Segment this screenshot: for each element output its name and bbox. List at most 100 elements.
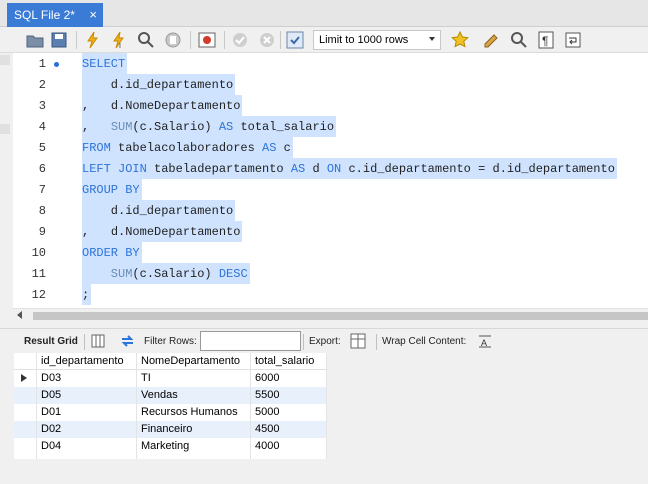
table-row[interactable]: D03 TI 6000 <box>14 370 327 387</box>
code-text: FROM tabelacolaboradores AS c <box>82 137 293 158</box>
close-icon[interactable]: × <box>89 7 97 22</box>
table-cell[interactable]: Marketing <box>141 440 189 452</box>
open-file-icon[interactable] <box>25 30 45 50</box>
table-row[interactable]: D02 Financeiro 4500 <box>14 421 327 438</box>
code-token: total_salario <box>233 120 335 134</box>
grid-header: id_departamento NomeDepartamento total_s… <box>14 353 327 370</box>
line-number: 10 <box>31 246 46 260</box>
code-line[interactable]: 6 LEFT JOIN tabeladepartamento AS d ON c.… <box>13 158 648 179</box>
code-line[interactable]: 2 d.id_departamento <box>13 74 648 95</box>
refresh-icon[interactable] <box>119 333 136 349</box>
table-row[interactable]: D04 Marketing 4000 <box>14 438 327 455</box>
code-token: AS <box>218 120 234 134</box>
code-token: DESC <box>218 267 248 281</box>
code-line[interactable]: 5 FROM tabelacolaboradores AS c <box>13 137 648 158</box>
tab-bar: SQL File 2* × <box>0 0 648 27</box>
code-line[interactable]: 10 ORDER BY <box>13 242 648 263</box>
code-token: SUM <box>110 120 133 134</box>
wrap-icon[interactable] <box>563 30 583 50</box>
table-cell[interactable]: Vendas <box>141 389 178 401</box>
code-token: c <box>276 141 291 155</box>
code-token: SELECT <box>82 57 126 71</box>
code-token: , <box>82 225 111 239</box>
row-selector[interactable] <box>14 387 36 404</box>
stop-icon[interactable] <box>163 30 183 50</box>
row-selector[interactable] <box>14 438 36 455</box>
code-line[interactable]: 11 SUM(c.Salario) DESC <box>13 263 648 284</box>
autocommit-icon[interactable] <box>285 30 305 50</box>
code-token: d.NomeDepartamento <box>110 225 241 239</box>
code-token: tabeladepartamento <box>146 162 291 176</box>
code-token: GROUP BY <box>82 183 140 197</box>
svg-text:I: I <box>119 43 121 50</box>
result-grid-tab[interactable]: Result Grid <box>24 336 78 347</box>
table-cell[interactable]: D04 <box>41 440 61 452</box>
line-number: 11 <box>31 267 46 281</box>
column-header[interactable]: NomeDepartamento <box>141 355 240 367</box>
favorite-snippet-icon[interactable] <box>450 30 470 50</box>
table-cell[interactable]: D05 <box>41 389 61 401</box>
table-cell[interactable]: D03 <box>41 372 61 384</box>
code-line[interactable]: 9, d.NomeDepartamento <box>13 221 648 242</box>
code-text: SUM(c.Salario) DESC <box>82 263 250 284</box>
scrollbar-thumb[interactable] <box>33 312 648 320</box>
scroll-left-icon[interactable] <box>17 311 22 319</box>
code-line[interactable]: 4, SUM(c.Salario) AS total_salario <box>13 116 648 137</box>
code-line[interactable]: 12; <box>13 284 648 305</box>
execute-current-icon[interactable]: I <box>109 30 129 50</box>
filter-rows-input[interactable] <box>200 331 301 351</box>
column-header[interactable]: id_departamento <box>41 355 124 367</box>
code-token: FROM <box>82 141 111 155</box>
limit-rows-select[interactable]: Limit to 1000 rows <box>313 30 441 50</box>
table-cell[interactable]: D02 <box>41 423 61 435</box>
row-selector[interactable] <box>14 421 36 438</box>
wrap-cell-icon[interactable]: A <box>478 334 492 348</box>
code-text: d.id_departamento <box>82 74 236 95</box>
code-token: d.id_departamento <box>82 204 234 218</box>
code-line[interactable]: 1 SELECT <box>13 53 648 74</box>
editor-horizontal-scrollbar[interactable] <box>13 308 648 322</box>
table-cell[interactable]: 4000 <box>255 440 279 452</box>
code-line[interactable]: 3, d.NomeDepartamento <box>13 95 648 116</box>
row-selector[interactable] <box>14 370 36 387</box>
line-number: 4 <box>38 120 46 134</box>
result-grid[interactable]: id_departamento NomeDepartamento total_s… <box>14 353 327 459</box>
sql-editor[interactable]: 1 SELECT 2 d.id_departamento 3, d.NomeDepar… <box>0 53 648 309</box>
table-cell[interactable]: 6000 <box>255 372 279 384</box>
table-cell[interactable]: Financeiro <box>141 423 192 435</box>
table-cell[interactable]: 5000 <box>255 406 279 418</box>
table-row[interactable]: D01 Recursos Humanos 5000 <box>14 404 327 421</box>
execute-icon[interactable] <box>83 30 103 50</box>
code-token: , <box>82 99 111 113</box>
rollback-icon[interactable] <box>257 30 277 50</box>
table-cell[interactable]: 4500 <box>255 423 279 435</box>
table-cell[interactable]: Recursos Humanos <box>141 406 238 418</box>
save-icon[interactable] <box>49 30 69 50</box>
tab-sql-file[interactable]: SQL File 2* × <box>7 3 103 27</box>
code-token: ON <box>326 162 342 176</box>
grid-view-icon[interactable] <box>91 334 105 348</box>
find-icon[interactable] <box>509 30 529 50</box>
table-row[interactable]: D05 Vendas 5500 <box>14 387 327 404</box>
beautify-icon[interactable] <box>482 30 502 50</box>
table-cell[interactable]: 5500 <box>255 389 279 401</box>
invisible-chars-icon[interactable]: ¶ <box>536 30 556 50</box>
code-line[interactable]: 8 d.id_departamento <box>13 200 648 221</box>
code-token: , <box>82 120 111 134</box>
code-token: tabelacolaboradores <box>110 141 263 155</box>
table-cell[interactable]: TI <box>141 372 151 384</box>
commit-icon[interactable] <box>230 30 250 50</box>
table-cell[interactable]: D01 <box>41 406 61 418</box>
code-text: , d.NomeDepartamento <box>82 221 243 242</box>
row-selector[interactable] <box>14 404 36 421</box>
explain-icon[interactable] <box>136 30 156 50</box>
toggle-error-icon[interactable] <box>197 30 217 50</box>
limit-rows-value: Limit to 1000 rows <box>319 34 409 46</box>
code-token: ; <box>82 288 90 302</box>
column-header[interactable]: total_salario <box>255 355 314 367</box>
line-number: 5 <box>38 141 46 155</box>
code-line[interactable]: 7 GROUP BY <box>13 179 648 200</box>
code-text: SELECT <box>82 53 128 74</box>
code-text: GROUP BY <box>82 179 142 200</box>
export-icon[interactable] <box>350 333 368 349</box>
